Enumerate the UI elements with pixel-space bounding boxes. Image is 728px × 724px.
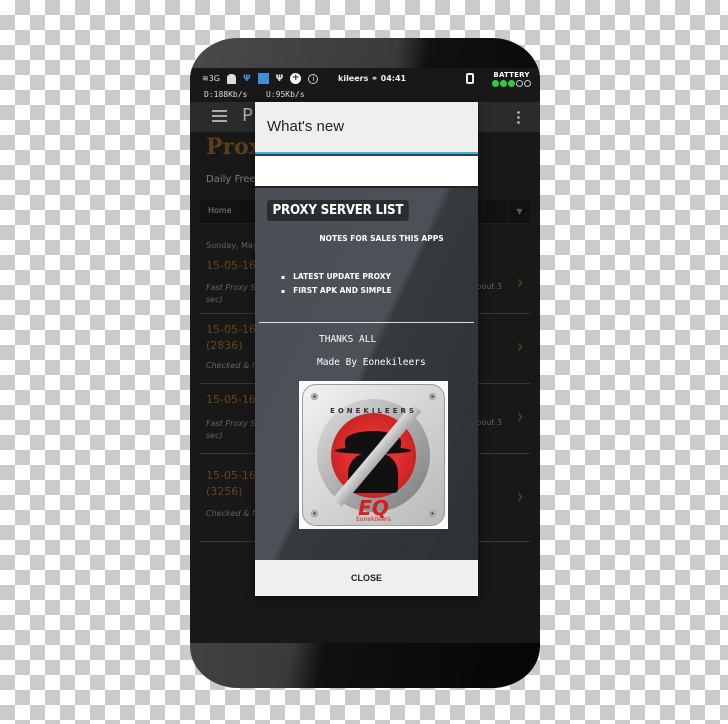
phone-frame: ≋3G Ψ Ψ + i kileers ⚭ 04:41 BATTERY D:18… — [190, 38, 540, 688]
battery-label: BATTERY — [493, 71, 530, 79]
battery-dot — [492, 80, 499, 87]
thanks-text: THANKS ALL — [319, 334, 377, 345]
logo-arc-text: EONEKILEERS — [330, 407, 417, 415]
hamburger-icon[interactable] — [212, 110, 227, 122]
made-by-text: Made By Eonekileers — [317, 357, 426, 368]
notes-item: LATEST UPDATE PROXY — [281, 270, 392, 284]
android-icon — [227, 73, 236, 84]
notes-list: LATEST UPDATE PROXY FIRST APK AND SIMPLE — [281, 270, 392, 298]
dialog-spacer — [255, 156, 478, 186]
divider — [259, 322, 474, 323]
battery-dot — [508, 80, 515, 87]
dialog-header: What's new — [255, 102, 478, 154]
dialog-body: PROXY SERVER LIST NOTES FOR SALES THIS A… — [255, 186, 478, 560]
signal-icon: ≋3G — [202, 74, 220, 83]
notes-item: FIRST APK AND SIMPLE — [281, 284, 392, 298]
proxy-server-list-badge: PROXY SERVER LIST — [267, 200, 409, 221]
eonekileers-logo: EONEKILEERS EQ Eonekileers — [299, 381, 448, 529]
overflow-menu-icon[interactable] — [517, 110, 520, 124]
info-icon: i — [308, 73, 319, 84]
close-button[interactable]: CLOSE — [255, 560, 478, 596]
screw-icon — [429, 393, 436, 400]
download-speed: D:188Kb/s — [204, 90, 248, 99]
notes-heading: NOTES FOR SALES THIS APPS — [319, 234, 444, 243]
dialog-title: What's new — [267, 118, 345, 135]
rss-icon — [257, 73, 269, 84]
screw-icon — [311, 393, 318, 400]
battery-dot — [500, 80, 507, 87]
usb-icon: Ψ — [275, 73, 284, 84]
dialog-footer: CLOSE — [255, 560, 478, 596]
logo-subtext: Eonekileers — [356, 516, 391, 523]
battery-indicator: BATTERY — [492, 71, 531, 87]
vibrate-icon — [466, 73, 474, 84]
upload-speed: U:95Kb/s — [266, 90, 305, 99]
screen: ≋3G Ψ Ψ + i kileers ⚭ 04:41 BATTERY D:18… — [190, 68, 540, 643]
whats-new-dialog: What's new PROXY SERVER LIST NOTES FOR S… — [255, 102, 478, 596]
usb-icon: Ψ — [243, 73, 251, 84]
status-bar: ≋3G Ψ Ψ + i kileers ⚭ 04:41 BATTERY D:18… — [190, 68, 540, 102]
battery-dot — [524, 80, 531, 87]
carrier-time: kileers ⚭ 04:41 — [338, 74, 407, 83]
app-title: P — [242, 105, 253, 126]
battery-dot — [516, 80, 523, 87]
plus-icon: + — [290, 73, 302, 84]
